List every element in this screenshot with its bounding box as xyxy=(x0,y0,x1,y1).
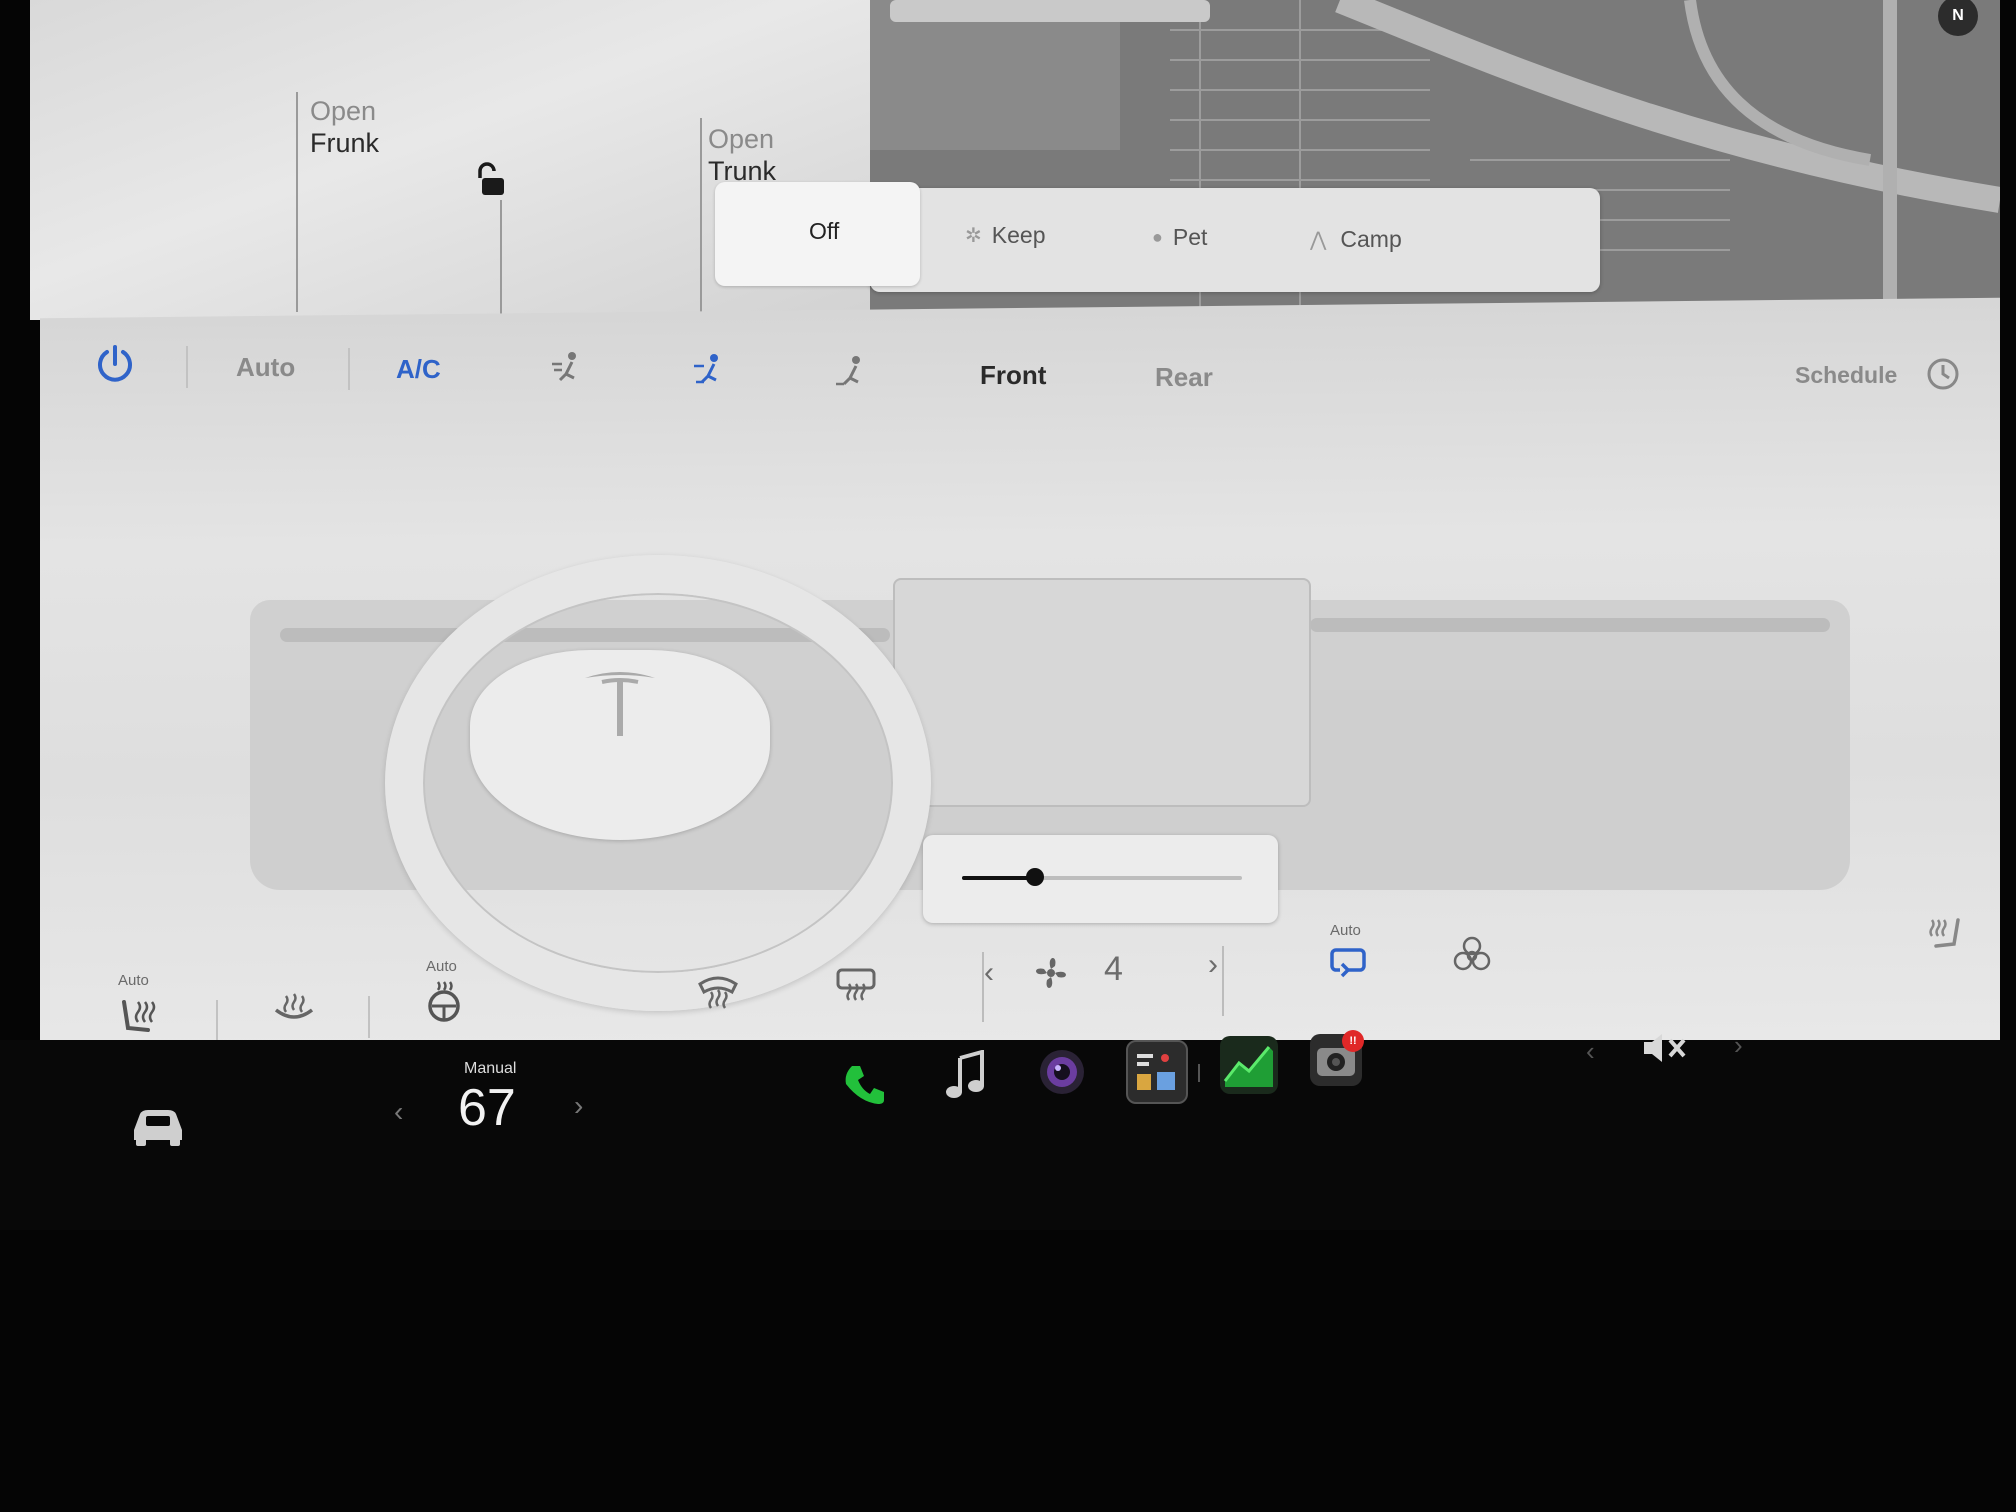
fan-slider-fill xyxy=(962,876,1035,880)
driver-seat-auto-label: Auto xyxy=(118,972,149,989)
center-display-illustration xyxy=(893,578,1311,807)
temp-increase-button[interactable]: › xyxy=(574,1090,583,1122)
steering-heat-icon xyxy=(428,981,460,1022)
trunk-divider xyxy=(700,118,702,318)
climate-keeper-pet-option[interactable]: ● Pet xyxy=(1152,224,1207,251)
front-defrost-button[interactable] xyxy=(696,970,740,1015)
taskbar xyxy=(0,1040,2016,1230)
trunk-open-label: Open xyxy=(708,124,775,154)
fan-separator xyxy=(1222,946,1224,1016)
music-app-icon[interactable] xyxy=(940,1050,992,1102)
trunk-button[interactable]: Trunk xyxy=(708,156,776,182)
recirc-auto-label: Auto xyxy=(1330,922,1361,939)
volume-decrease-button[interactable]: ‹ xyxy=(1586,1036,1595,1067)
car-icon xyxy=(134,1110,182,1146)
car-controls-button[interactable] xyxy=(128,1100,188,1155)
temp-decrease-button[interactable]: ‹ xyxy=(394,1096,403,1128)
rear-defrost-button[interactable] xyxy=(272,990,316,1039)
frunk-open-label: Open xyxy=(310,96,377,126)
paw-icon: ● xyxy=(1152,227,1163,247)
toolbar-separator xyxy=(348,348,350,390)
bioweapon-mode-button[interactable] xyxy=(1452,936,1492,981)
tesla-logo-icon xyxy=(585,672,655,736)
fan-slider-knob[interactable] xyxy=(1026,868,1044,886)
frunk-pointer-line xyxy=(500,200,502,315)
recirculate-button[interactable] xyxy=(1328,944,1368,985)
fan-icon xyxy=(1030,952,1072,999)
airflow-face-icon xyxy=(552,352,576,382)
airflow-face-feet-icon xyxy=(694,354,718,384)
climate-keeper-off-option[interactable]: Off xyxy=(715,182,920,286)
phone-app-icon[interactable] xyxy=(838,1058,890,1110)
climate-auto-button[interactable]: Auto xyxy=(236,352,295,383)
wheel-heat-icon xyxy=(274,993,314,1019)
zone-front-button[interactable]: Front xyxy=(980,360,1046,391)
zone-rear-button[interactable]: Rear xyxy=(1155,362,1213,393)
seat-heat-icon xyxy=(122,1000,156,1032)
bottom-separator xyxy=(368,996,370,1038)
tent-icon: ⋀ xyxy=(1310,229,1327,251)
power-icon xyxy=(98,345,132,382)
clock-icon[interactable] xyxy=(1925,356,1961,397)
wheel-heat-auto-label: Auto xyxy=(426,958,457,975)
passenger-seat-heat-icon xyxy=(1929,918,1960,948)
rear-defrost-icon xyxy=(836,968,876,1001)
front-defrost-icon xyxy=(698,976,738,1009)
biohazard-icon xyxy=(1453,936,1491,971)
climate-keeper-keep-option[interactable]: ✲ Keep xyxy=(965,222,1045,249)
fan-speed-value: 4 xyxy=(1104,950,1123,988)
airflow-feet-icon xyxy=(836,356,860,386)
bottom-separator xyxy=(216,1000,218,1042)
passenger-seat-heat-button[interactable] xyxy=(1924,914,1964,959)
cabin-temperature[interactable]: 67 xyxy=(458,1078,516,1138)
temp-mode-label: Manual xyxy=(464,1060,517,1077)
rear-window-defrost-button[interactable] xyxy=(834,964,878,1009)
climate-keeper-camp-option[interactable]: ⋀ Camp xyxy=(1310,226,1402,253)
fan-decrease-button[interactable]: ‹ xyxy=(984,956,994,990)
compass-label: N xyxy=(1952,7,1964,24)
recirculate-icon xyxy=(1330,948,1366,978)
volume-increase-button[interactable]: › xyxy=(1734,1030,1743,1061)
dock-separator xyxy=(1198,1064,1200,1082)
driver-seat-heat-button[interactable] xyxy=(118,994,162,1043)
airflow-feet-button[interactable] xyxy=(834,354,870,395)
dashcam-alert-badge: !! xyxy=(1342,1030,1364,1052)
pet-label: Pet xyxy=(1172,224,1208,250)
climate-power-button[interactable] xyxy=(92,342,138,393)
frunk-button[interactable]: Frunk xyxy=(310,128,379,159)
unlock-icon[interactable] xyxy=(476,160,516,205)
climate-keeper-off-label: Off xyxy=(809,218,840,244)
ac-button[interactable]: A/C xyxy=(396,354,441,385)
frunk-divider xyxy=(296,92,298,312)
mute-icon[interactable] xyxy=(1640,1030,1690,1071)
schedule-button[interactable]: Schedule xyxy=(1795,362,1897,389)
steering-wheel-heat-button[interactable] xyxy=(422,980,466,1029)
steering-hub-illustration xyxy=(470,650,770,840)
airflow-face-button[interactable] xyxy=(550,350,586,391)
fan-small-icon: ✲ xyxy=(965,225,982,247)
camera-app-icon[interactable] xyxy=(1036,1046,1088,1098)
camp-label: Camp xyxy=(1340,226,1402,252)
airflow-face-feet-button[interactable] xyxy=(692,352,728,393)
fan-increase-button[interactable]: › xyxy=(1208,948,1218,982)
keep-label: Keep xyxy=(991,222,1046,248)
stocks-app-icon[interactable] xyxy=(1220,1036,1278,1094)
passenger-vent[interactable] xyxy=(1310,618,1830,632)
toolbar-separator xyxy=(186,346,188,388)
toybox-app-icon[interactable] xyxy=(1126,1040,1188,1104)
